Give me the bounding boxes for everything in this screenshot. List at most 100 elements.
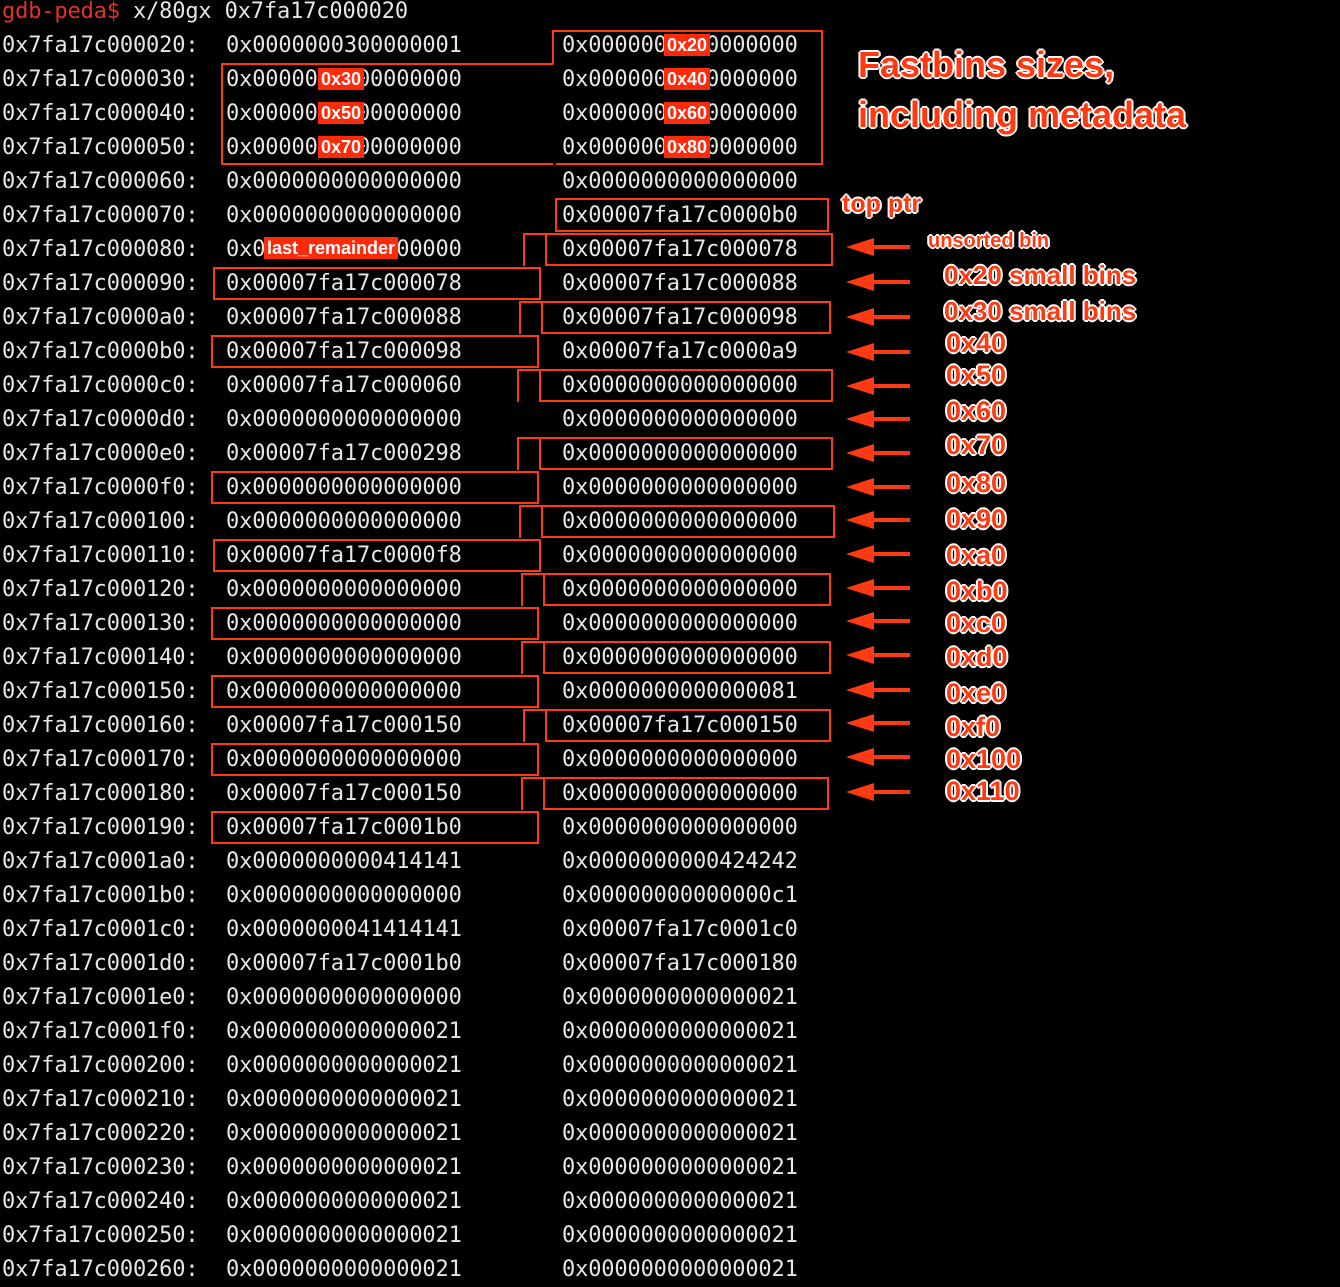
row-value-1: 0x0000000000414141 (226, 849, 462, 874)
row-value-1: 0x00007fa17c000088 (226, 305, 462, 330)
row-value-2: 0x0000000000000021 (562, 1121, 798, 1146)
small-bin-label: 0xb0 (946, 576, 1008, 606)
small-bin-label: 0xf0 (946, 712, 1001, 742)
row-address: 0x7fa17c000160: (2, 713, 199, 738)
row-address: 0x7fa17c000140: (2, 645, 199, 670)
row-address: 0x7fa17c000200: (2, 1053, 199, 1078)
row-address: 0x7fa17c000180: (2, 781, 199, 806)
row-address: 0x7fa17c000090: (2, 271, 199, 296)
fastbin-size-tag: 0x30 (318, 68, 365, 90)
row-value-1: 0x0000000000000021 (226, 1087, 462, 1112)
row-value-1: 0x0000000000000000 (226, 169, 462, 194)
row-value-1: 0x0000000000000021 (226, 1019, 462, 1044)
small-bin-label: 0xa0 (946, 540, 1007, 570)
row-address: 0x7fa17c000220: (2, 1121, 199, 1146)
row-value-2: 0x0000000000000021 (562, 1257, 798, 1282)
row-address: 0x7fa17c0000e0: (2, 441, 199, 466)
small-bin-label: 0x100 (946, 744, 1022, 774)
terminal-window[interactable]: gdb-peda$ x/80gx 0x7fa17c000020 0x7fa17c… (0, 0, 1340, 1286)
row-address: 0x7fa17c000030: (2, 67, 199, 92)
row-value-2: 0x00007fa17c000088 (562, 271, 798, 296)
row-value-2: 0x00007fa17c000180 (562, 951, 798, 976)
row-address: 0x7fa17c000230: (2, 1155, 199, 1180)
small-bin-label: 0xe0 (946, 678, 1007, 708)
row-address: 0x7fa17c0000d0: (2, 407, 199, 432)
fastbin-size-tag: 0x50 (318, 102, 365, 124)
row-address: 0x7fa17c000070: (2, 203, 199, 228)
small-bin-label: 0x80 (946, 468, 1007, 498)
small-bin-label: 0x110 (946, 776, 1020, 806)
row-address: 0x7fa17c000210: (2, 1087, 199, 1112)
row-value-2: 0x00000000000000c1 (562, 883, 798, 908)
row-value-2: 0x0000000000000021 (562, 985, 798, 1010)
row-value-2: 0x00007fa17c0001c0 (562, 917, 798, 942)
small-bin-label: 0x70 (946, 430, 1007, 460)
row-value-1: 0x0000000000000021 (226, 1053, 462, 1078)
row-value-1: 0x0000000000000000 (226, 611, 462, 636)
row-value-1: 0x00007fa17c000078 (226, 271, 462, 296)
row-address: 0x7fa17c000130: (2, 611, 199, 636)
row-value-1: 0x00007fa17c0001b0 (226, 951, 462, 976)
row-value-2: 0x0000000000000000 (562, 373, 798, 398)
row-value-1: 0x00007fa17c000150 (226, 781, 462, 806)
row-value-2: 0x0000000000000081 (562, 679, 798, 704)
fastbins-title: Fastbins sizes, (858, 44, 1115, 85)
row-value-2: 0x0000000000000000 (562, 645, 798, 670)
small-bin-label: 0xd0 (946, 642, 1008, 672)
last-remainder-tag: last_remainder (264, 237, 399, 259)
row-address: 0x7fa17c000170: (2, 747, 199, 772)
row-address: 0x7fa17c000050: (2, 135, 199, 160)
fastbins-subtitle: including metadata (858, 94, 1187, 135)
row-value-2: 0x0000000000000000 (562, 815, 798, 840)
row-value-1: 0x0000000000000000 (226, 203, 462, 228)
command-line: gdb-peda$ x/80gx 0x7fa17c000020 (2, 0, 408, 29)
row-value-2: 0x0000000000000000 (562, 441, 798, 466)
row-value-2: 0x0000000000000000 (562, 577, 798, 602)
row-value-1: 0x0000000000000000 (226, 747, 462, 772)
row-address: 0x7fa17c000110: (2, 543, 199, 568)
row-value-2: 0x0000000000000021 (562, 1223, 798, 1248)
row-value-1: 0x00007fa17c000098 (226, 339, 462, 364)
row-address: 0x7fa17c000250: (2, 1223, 199, 1248)
row-address: 0x7fa17c000060: (2, 169, 199, 194)
row-value-1: 0x0000000000000021 (226, 1257, 462, 1282)
row-value-2: 0x0000000000000000 (562, 611, 798, 636)
small-bin-label: 0x40 (946, 328, 1007, 358)
row-address: 0x7fa17c0001e0: (2, 985, 199, 1010)
fastbin-size-tag: 0x40 (664, 68, 711, 90)
small-bin-label: 0xc0 (946, 608, 1007, 638)
row-value-2: 0x0000000000424242 (562, 849, 798, 874)
row-value-1: 0x00007fa17c0001b0 (226, 815, 462, 840)
row-address: 0x7fa17c000040: (2, 101, 199, 126)
row-address: 0x7fa17c0000c0: (2, 373, 199, 398)
row-value-2: 0x0000000000000000 (562, 543, 798, 568)
row-address: 0x7fa17c000080: (2, 237, 199, 262)
row-value-2: 0x00007fa17c000078 (562, 237, 798, 262)
row-address: 0x7fa17c000020: (2, 33, 199, 58)
row-address: 0x7fa17c0001f0: (2, 1019, 199, 1044)
gdb-prompt: gdb-peda$ (2, 0, 120, 24)
row-value-2: 0x00007fa17c0000a9 (562, 339, 798, 364)
row-value-2: 0x0000000000000021 (562, 1053, 798, 1078)
row-value-1: 0x0000000000000000 (226, 475, 462, 500)
row-address: 0x7fa17c000120: (2, 577, 199, 602)
row-value-1: 0x0000000000000021 (226, 1223, 462, 1248)
row-value-1: 0x0000000000000000 (226, 509, 462, 534)
row-value-2: 0x0000000000000021 (562, 1087, 798, 1112)
row-value-1: 0x0000000300000001 (226, 33, 462, 58)
row-value-2: 0x0000000000000000 (562, 475, 798, 500)
row-value-1: 0x00007fa17c000298 (226, 441, 462, 466)
row-value-2: 0x0000000000000000 (562, 407, 798, 432)
row-value-2: 0x0000000000000000 (562, 781, 798, 806)
row-value-2: 0x00007fa17c000098 (562, 305, 798, 330)
row-address: 0x7fa17c0001c0: (2, 917, 199, 942)
small-bin-label: 0x90 (946, 504, 1007, 534)
row-value-2: 0x00007fa17c0000b0 (562, 203, 798, 228)
row-value-2: 0x0000000000000021 (562, 1189, 798, 1214)
row-value-1: 0x0000000000000021 (226, 1121, 462, 1146)
row-value-2: 0x00007fa17c000150 (562, 713, 798, 738)
row-value-1: 0x0000000041414141 (226, 917, 462, 942)
small-bin-label: 0x50 (946, 360, 1007, 390)
row-address: 0x7fa17c000260: (2, 1257, 199, 1282)
row-address: 0x7fa17c000100: (2, 509, 199, 534)
